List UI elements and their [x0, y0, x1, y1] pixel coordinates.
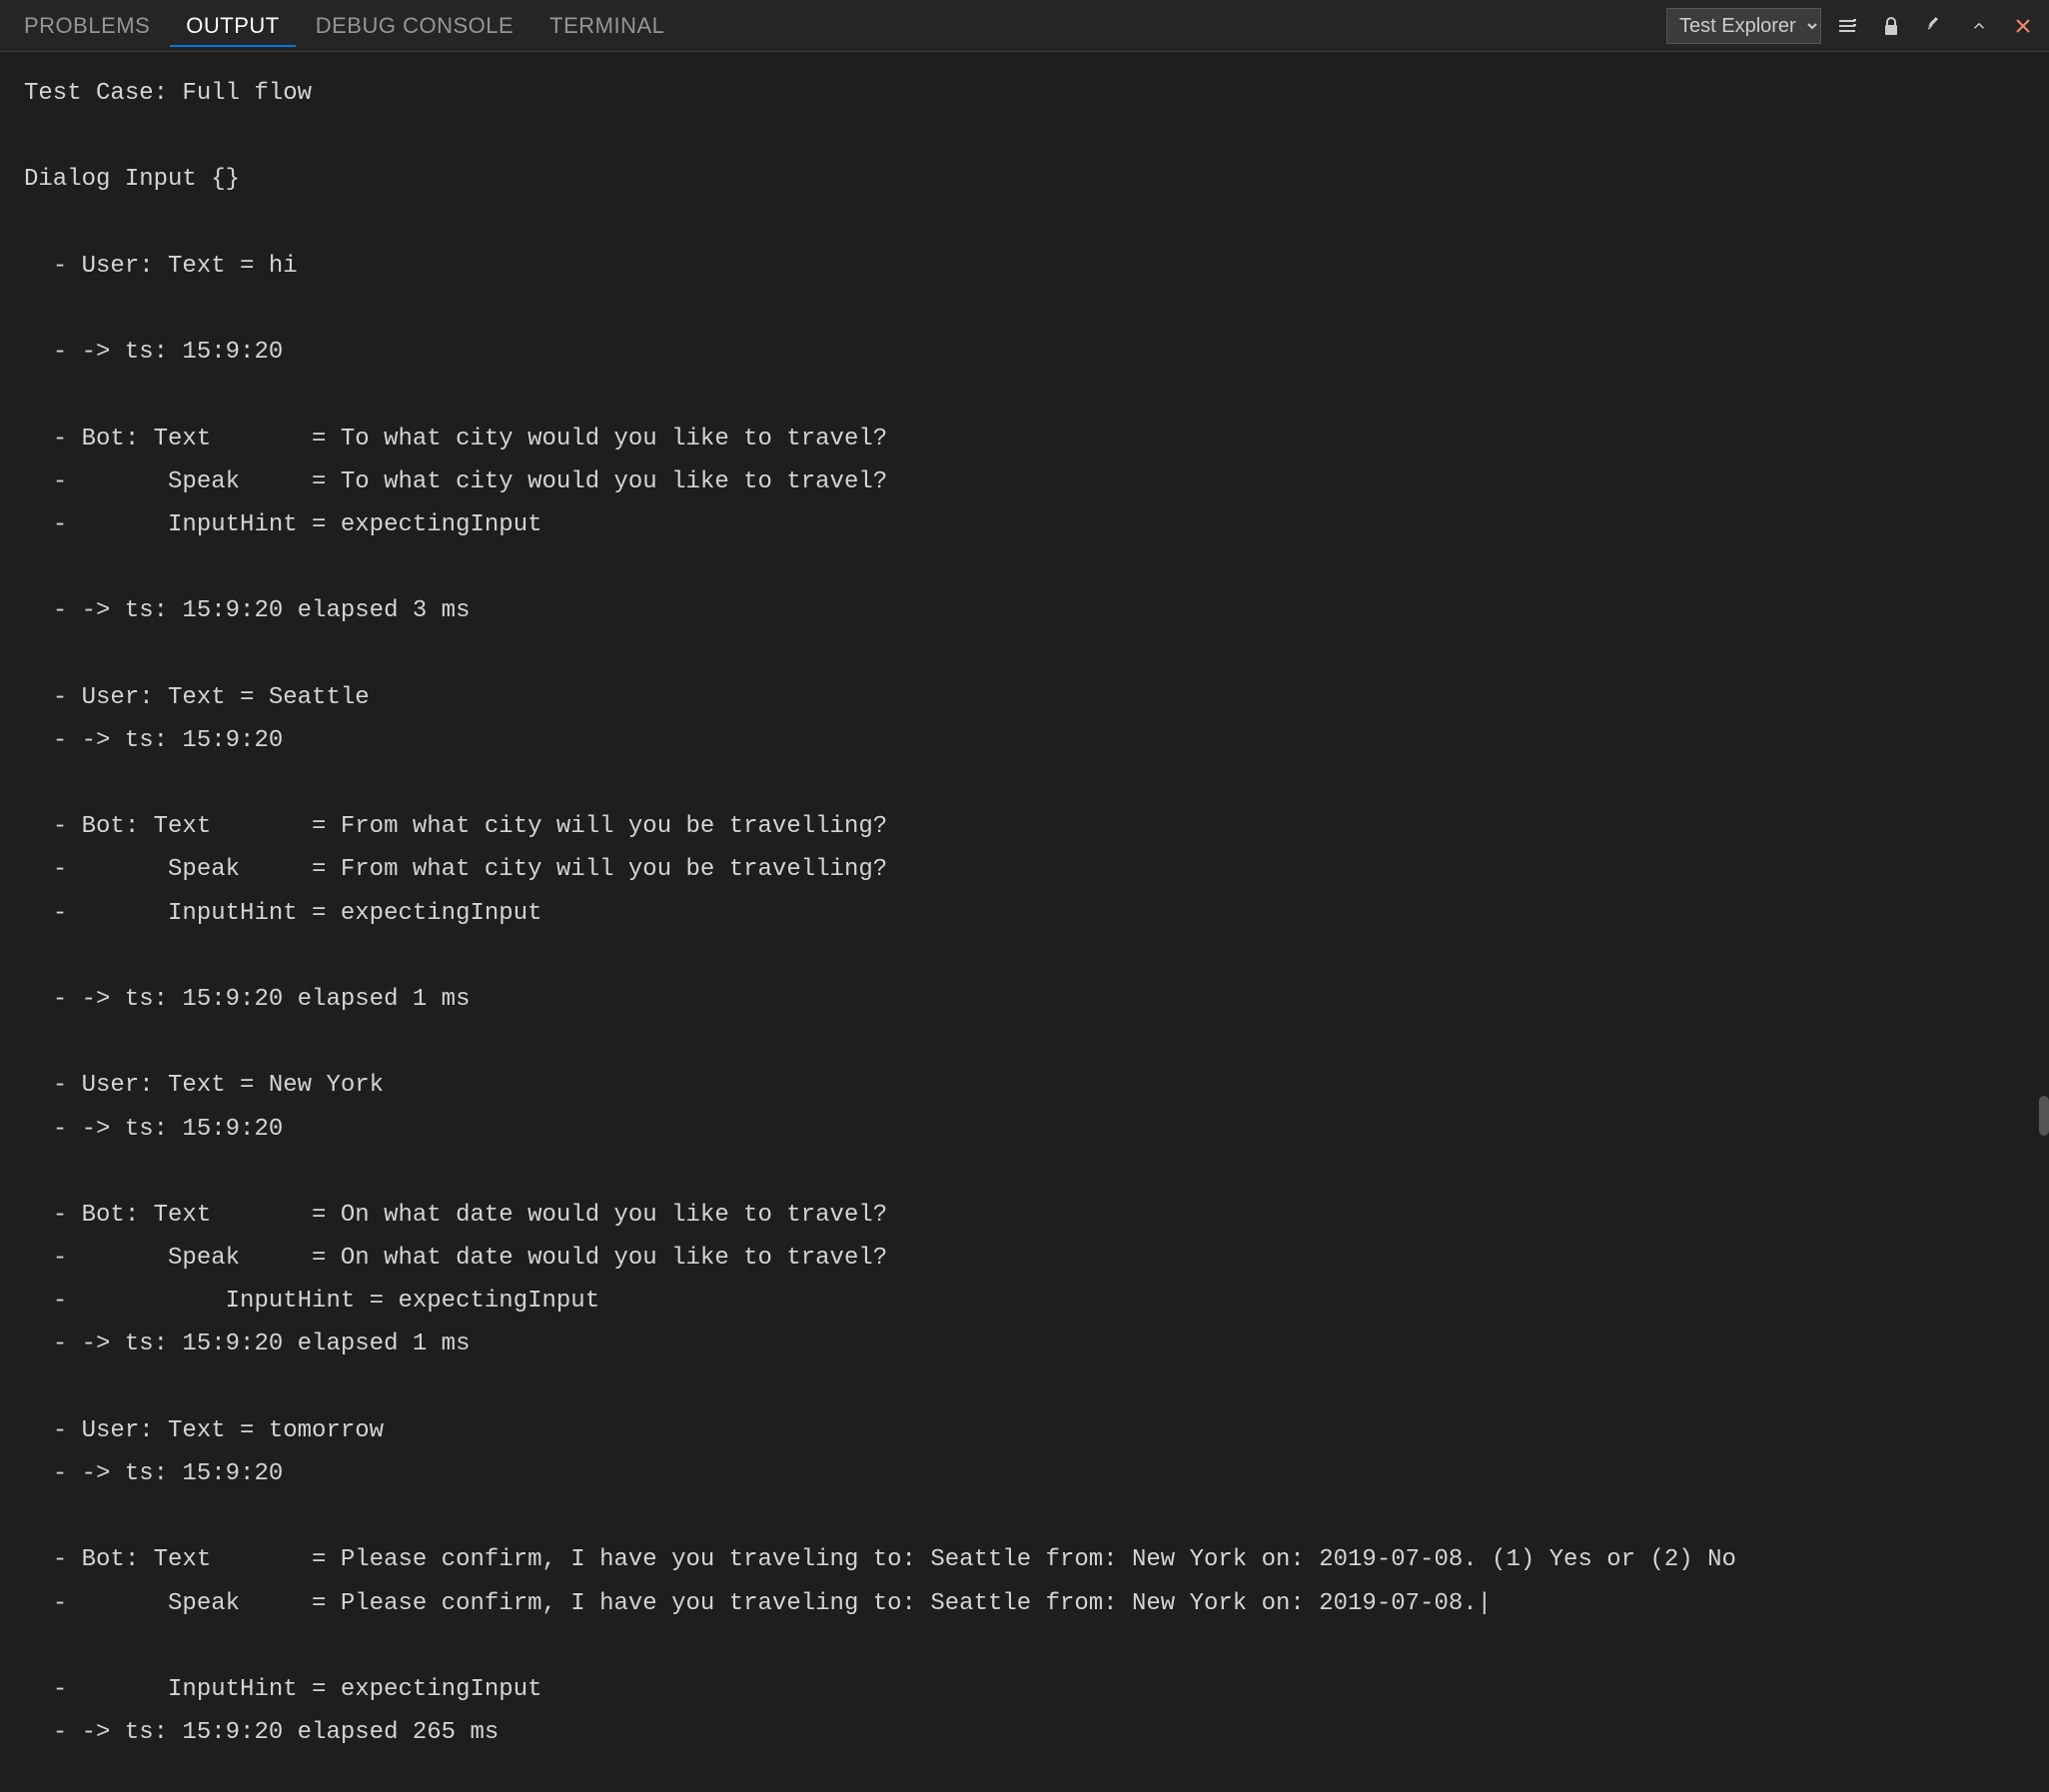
scrollbar-thumb[interactable]	[2039, 1096, 2049, 1136]
tab-bar-left: PROBLEMS OUTPUT DEBUG CONSOLE TERMINAL	[8, 5, 1666, 47]
chevron-up-icon[interactable]	[1961, 8, 1997, 44]
tab-terminal[interactable]: TERMINAL	[533, 5, 680, 47]
lock-icon[interactable]	[1873, 8, 1909, 44]
main-window: PROBLEMS OUTPUT DEBUG CONSOLE TERMINAL T…	[0, 0, 2049, 1792]
output-text: Test Case: Full flow Dialog Input {} - U…	[24, 72, 2025, 1792]
close-icon[interactable]	[2005, 8, 2041, 44]
test-explorer-dropdown[interactable]: Test Explorer	[1666, 8, 1821, 44]
output-content: Test Case: Full flow Dialog Input {} - U…	[0, 52, 2049, 1792]
tab-debug-console[interactable]: DEBUG CONSOLE	[300, 5, 529, 47]
pin-icon[interactable]	[1917, 8, 1953, 44]
tab-output[interactable]: OUTPUT	[170, 5, 295, 47]
tab-problems[interactable]: PROBLEMS	[8, 5, 166, 47]
list-icon[interactable]	[1829, 8, 1865, 44]
tab-bar: PROBLEMS OUTPUT DEBUG CONSOLE TERMINAL T…	[0, 0, 2049, 52]
tab-bar-right: Test Explorer	[1666, 8, 2041, 44]
scrollbar-track[interactable]	[2039, 52, 2049, 1792]
